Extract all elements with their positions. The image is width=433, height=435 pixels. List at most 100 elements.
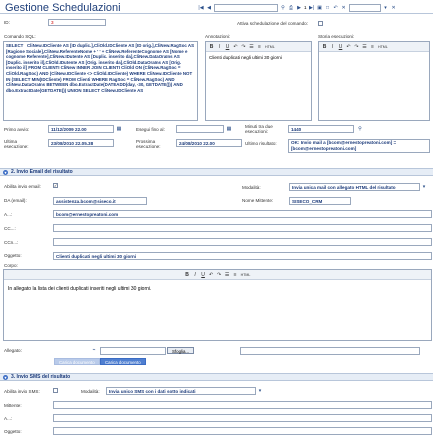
ccn-field[interactable] bbox=[53, 238, 432, 246]
modalita-sms-select[interactable]: Invia unico SMS con i dati sotto indicat… bbox=[106, 387, 256, 395]
list-icon[interactable]: ☰ bbox=[362, 44, 367, 50]
nome-mittente-label: Nome Mittente: bbox=[242, 198, 274, 203]
corpo-editor: B I U ↶ ↷ ☰ ≡ HTML In allegato la lista … bbox=[3, 269, 432, 341]
ccn-label: CCn...: bbox=[4, 240, 19, 245]
annotazioni-toolbar: B I U ↶ ↷ ☰ ≡ HTML bbox=[206, 42, 311, 52]
new-icon[interactable]: □ bbox=[325, 5, 331, 11]
list-icon[interactable]: ☰ bbox=[225, 272, 230, 278]
undo-icon[interactable]: ↶ bbox=[333, 5, 339, 11]
abilita-email-checkbox[interactable]: ✓ bbox=[53, 183, 58, 188]
storia-editor: B I U ↶ ↷ ☰ ≡ HTML bbox=[318, 41, 430, 121]
chevron-down-icon[interactable]: ▾ bbox=[3, 374, 8, 380]
a-field[interactable]: bcom@ernestopreatoni.com bbox=[53, 210, 432, 218]
faint-button: Carica documento bbox=[54, 358, 100, 365]
annotazioni-label: Annotazioni: bbox=[205, 34, 231, 39]
sms-a-field[interactable] bbox=[53, 414, 432, 422]
modalita-email-select[interactable]: Invia unica mail con allegato HTML del r… bbox=[289, 183, 420, 191]
minuti-field[interactable]: 1440 bbox=[288, 125, 354, 133]
numbered-list-icon[interactable]: ≡ bbox=[370, 44, 375, 50]
abilita-email-label: Abilita invio email: bbox=[4, 184, 41, 189]
cc-field[interactable] bbox=[53, 224, 432, 232]
search-icon[interactable]: ⚲ bbox=[280, 5, 286, 11]
chevron-down-icon[interactable]: ▾ bbox=[421, 184, 427, 190]
list-icon[interactable]: ☰ bbox=[249, 44, 254, 50]
a-label: A...: bbox=[4, 212, 13, 217]
attiva-checkbox[interactable] bbox=[318, 21, 323, 26]
id-field[interactable]: 3 bbox=[48, 19, 106, 26]
oggetto-field[interactable]: Clienti duplicati negli ultimi 30 giorni bbox=[53, 252, 432, 260]
italic-icon[interactable]: I bbox=[217, 44, 222, 50]
redo-icon[interactable]: ↷ bbox=[217, 272, 222, 278]
corpo-body[interactable]: In allegato la lista dei clienti duplica… bbox=[4, 280, 431, 298]
italic-icon[interactable]: I bbox=[330, 44, 335, 50]
calendar-icon[interactable]: ▦ bbox=[116, 126, 122, 132]
redo-icon[interactable]: ↷ bbox=[241, 44, 246, 50]
record-search-input[interactable] bbox=[214, 3, 278, 12]
delete-icon[interactable]: ✕ bbox=[341, 5, 347, 11]
esegui-fino-field[interactable] bbox=[176, 125, 224, 133]
zoom-field[interactable] bbox=[348, 3, 381, 12]
underline-icon[interactable]: U bbox=[338, 44, 343, 50]
primo-avvio-field[interactable]: 11/12/2009 22.00 bbox=[48, 125, 114, 133]
redo-icon[interactable]: ↷ bbox=[354, 44, 359, 50]
attiva-label: Attiva schedulazione del comando: bbox=[237, 21, 308, 26]
undo-icon[interactable]: ↶ bbox=[209, 272, 214, 278]
modalita-sms-label: Modalità: bbox=[81, 389, 100, 394]
save-icon[interactable]: ▣ bbox=[317, 5, 323, 11]
ultimo-risultato-label: Ultimo risultato: bbox=[245, 141, 277, 146]
record-toolbar: |◀ ◀ ⚲ ⎙ ▶ 1 ▶| ▣ □ ↶ ✕ ▾ ✕ bbox=[198, 3, 397, 12]
sql-command-textarea[interactable]: SELECT CliNew.IDCliente AS [ID duplic.],… bbox=[3, 41, 198, 121]
page-number: 1 bbox=[304, 5, 307, 10]
html-icon[interactable]: HTML bbox=[378, 45, 388, 49]
storia-body[interactable] bbox=[319, 52, 429, 58]
underline-icon[interactable]: U bbox=[201, 272, 206, 278]
sfoglia-button[interactable]: Sfoglia... bbox=[167, 347, 195, 354]
storia-label: Storia esecuzioni: bbox=[318, 34, 355, 39]
sms-section-header[interactable]: ▾ 3. Invio SMS del risultato bbox=[0, 373, 433, 381]
carica-documento-button[interactable]: Carica documento bbox=[100, 358, 146, 365]
close-icon[interactable]: ✕ bbox=[391, 5, 397, 11]
modalita-email-label: Modalità: bbox=[242, 185, 261, 190]
search-icon[interactable]: ⚲ bbox=[357, 126, 363, 132]
abilita-sms-checkbox[interactable] bbox=[53, 388, 58, 393]
html-icon[interactable]: HTML bbox=[241, 273, 251, 277]
email-section-header[interactable]: ▾ 2. Invio Email del risultato bbox=[0, 168, 433, 176]
undo-icon[interactable]: ↶ bbox=[233, 44, 238, 50]
nome-mittente-field[interactable]: SISECO_CRM bbox=[289, 197, 351, 205]
chevron-down-icon[interactable]: ▾ bbox=[383, 5, 389, 11]
sms-oggetto-field[interactable] bbox=[53, 427, 432, 435]
id-label: ID: bbox=[4, 20, 10, 25]
calendar-icon[interactable]: ▦ bbox=[226, 126, 232, 132]
minuti-label: Minuti tra due esecuzioni: bbox=[245, 124, 273, 134]
italic-icon[interactable]: I bbox=[193, 272, 198, 278]
allegato-field[interactable] bbox=[100, 347, 166, 355]
annotazioni-editor: B I U ↶ ↷ ☰ ≡ HTML Clienti duplicati neg… bbox=[205, 41, 312, 121]
chevron-down-icon[interactable]: ▾ bbox=[257, 388, 263, 394]
prev-record-icon[interactable]: ◀ bbox=[206, 5, 212, 11]
sms-mittente-field[interactable] bbox=[53, 401, 432, 409]
bold-icon[interactable]: B bbox=[209, 44, 214, 50]
primo-avvio-label: Primo avvio: bbox=[4, 127, 30, 132]
underline-icon[interactable]: U bbox=[225, 44, 230, 50]
next-record-icon[interactable]: ▶ bbox=[296, 5, 302, 11]
prossima-field: 24/08/2010 22.00 bbox=[176, 139, 242, 147]
chevron-down-icon[interactable]: ▾ bbox=[3, 169, 8, 175]
da-field[interactable]: assistenza.bcom@siseco.it bbox=[53, 197, 147, 205]
last-record-icon[interactable]: ▶| bbox=[309, 5, 315, 11]
bold-icon[interactable]: B bbox=[185, 272, 190, 278]
ultima-field: 23/08/2010 22.05.38 bbox=[48, 139, 114, 147]
numbered-list-icon[interactable]: ≡ bbox=[257, 44, 262, 50]
esegui-fino-label: Esegui fino al: bbox=[136, 127, 165, 132]
ultima-label: Ultima esecuzione: bbox=[4, 139, 29, 149]
allegato-name-field[interactable] bbox=[240, 347, 420, 355]
sms-mittente-label: Mittente: bbox=[4, 403, 22, 408]
comando-sql-label: Comando SQL: bbox=[4, 34, 36, 39]
print-icon[interactable]: ⎙ bbox=[288, 5, 294, 11]
oggetto-label: Oggetto: bbox=[4, 253, 22, 258]
annotazioni-body[interactable]: Clienti duplicati negli ultimi 30 giorni bbox=[206, 52, 311, 64]
html-icon[interactable]: HTML bbox=[265, 45, 275, 49]
first-record-icon[interactable]: |◀ bbox=[198, 5, 204, 11]
bold-icon[interactable]: B bbox=[322, 44, 327, 50]
undo-icon[interactable]: ↶ bbox=[346, 44, 351, 50]
numbered-list-icon[interactable]: ≡ bbox=[233, 272, 238, 278]
